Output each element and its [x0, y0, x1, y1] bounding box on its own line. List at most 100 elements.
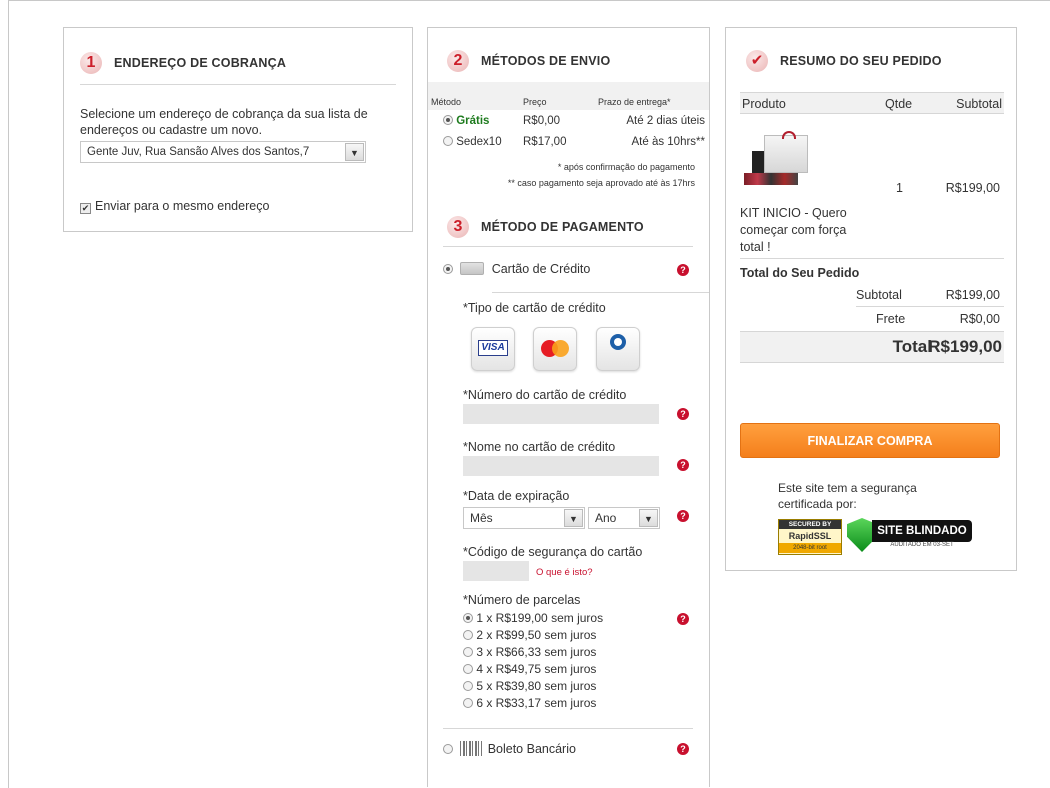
installment-radio[interactable] — [463, 613, 473, 623]
help-icon[interactable]: ? — [677, 408, 689, 420]
total-label: Total — [892, 337, 932, 356]
expiry-year-select[interactable]: Ano ▼ — [588, 507, 660, 529]
cvv-help-link[interactable]: O que é isto? — [536, 567, 593, 578]
finalize-purchase-button[interactable]: FINALIZAR COMPRA — [740, 423, 1000, 458]
installment-radio[interactable] — [463, 681, 473, 691]
rapidssl-badge[interactable]: SECURED BY RapidSSL 2048-bit root — [778, 519, 842, 555]
installment-label: 3 x R$66,33 sem juros — [476, 645, 597, 659]
col-subtotal: Subtotal — [956, 97, 1002, 111]
total-heading: Total do Seu Pedido — [740, 266, 860, 280]
same-address-label: Enviar para o mesmo endereço — [95, 199, 270, 213]
step-number-badge: 3 — [447, 216, 469, 238]
total-value: R$199,00 — [928, 337, 1002, 356]
security-text: Este site tem a segurança certificada po… — [778, 481, 917, 511]
item-name[interactable]: KIT INICIO - Quero começar com força tot… — [740, 205, 870, 256]
divider — [80, 84, 396, 85]
help-icon[interactable]: ? — [677, 743, 689, 755]
summary-title: RESUMO DO SEU PEDIDO — [780, 54, 942, 68]
credit-card-icon — [460, 262, 485, 275]
installment-label: 5 x R$39,80 sem juros — [476, 679, 597, 693]
year-value: Ano — [595, 511, 617, 525]
mastercard-logo-circle — [552, 340, 569, 357]
mastercard-option[interactable] — [533, 327, 577, 371]
help-icon[interactable]: ? — [677, 264, 689, 276]
boleto-label: Boleto Bancário — [487, 742, 576, 756]
card-number-input[interactable] — [463, 404, 659, 424]
divider — [443, 728, 693, 729]
divider — [740, 258, 1004, 259]
installment-radio[interactable] — [463, 630, 473, 640]
product-items-shape — [744, 173, 798, 185]
help-icon[interactable]: ? — [677, 613, 689, 625]
boleto-radio[interactable] — [443, 744, 453, 754]
billing-title: ENDEREÇO DE COBRANÇA — [114, 56, 287, 70]
summary-table-header: Produto Qtde Subtotal — [740, 92, 1004, 114]
shipping-option-sedex10[interactable]: Sedex10 R$17,00 Até às 10hrs** — [443, 136, 705, 148]
visa-card-option[interactable]: VISA — [471, 327, 515, 371]
card-name-label: *Nome no cartão de crédito — [463, 440, 616, 454]
divider — [492, 292, 709, 293]
subtotal-label: Subtotal — [856, 288, 902, 302]
expiry-month-select[interactable]: Mês ▼ — [463, 507, 585, 529]
card-name-input[interactable] — [463, 456, 659, 476]
col-method: Método — [431, 97, 462, 107]
shipping-radio[interactable] — [443, 115, 453, 125]
shipping-radio[interactable] — [443, 136, 453, 146]
shipping-option-name: Grátis — [456, 115, 490, 127]
product-bag-handle — [782, 131, 796, 139]
cvv-input[interactable] — [463, 561, 529, 581]
rapidssl-line2: RapidSSL — [788, 531, 832, 541]
step-number-badge: 2 — [447, 50, 469, 72]
installment-option[interactable]: 5 x R$39,80 sem juros — [463, 679, 596, 693]
freight-value: R$0,00 — [959, 312, 1000, 326]
item-subtotal: R$199,00 — [945, 181, 1000, 195]
chevron-down-icon[interactable]: ▼ — [564, 509, 583, 527]
credit-card-label: Cartão de Crédito — [491, 262, 591, 276]
payment-header: 3 MÉTODO DE PAGAMENTO — [447, 216, 644, 238]
cvv-label: *Código de segurança do cartão — [463, 545, 643, 559]
shipping-option-deadline: Até às 10hrs** — [631, 136, 705, 148]
installment-label: 2 x R$99,50 sem juros — [476, 628, 597, 642]
same-address-checkbox[interactable]: ✔ — [80, 203, 91, 214]
installment-option[interactable]: 2 x R$99,50 sem juros — [463, 628, 596, 642]
site-blindado-subtext: AUDITADO EM 03-SET — [890, 542, 954, 548]
shipping-option-name: Sedex10 — [456, 136, 502, 148]
billing-address-select[interactable]: Gente Juv, Rua Sansão Alves dos Santos,7… — [80, 141, 366, 163]
installment-option[interactable]: 4 x R$49,75 sem juros — [463, 662, 596, 676]
divider — [856, 306, 1004, 307]
frame-left-border — [8, 0, 9, 788]
shipping-payment-panel: 2 MÉTODOS DE ENVIO Método Preço Prazo de … — [427, 27, 710, 787]
installment-radio[interactable] — [463, 698, 473, 708]
diners-card-option[interactable] — [596, 327, 640, 371]
billing-description: Selecione um endereço de cobrança da sua… — [80, 107, 368, 137]
chevron-down-icon[interactable]: ▼ — [345, 143, 364, 161]
help-icon[interactable]: ? — [677, 459, 689, 471]
billing-address-value: Gente Juv, Rua Sansão Alves dos Santos,7 — [87, 146, 310, 158]
installment-label: 6 x R$33,17 sem juros — [476, 696, 597, 710]
shipping-option-price: R$17,00 — [523, 136, 567, 148]
card-number-label: *Número do cartão de crédito — [463, 388, 627, 402]
shipping-option-gratis[interactable]: Grátis R$0,00 Até 2 dias úteis — [443, 115, 705, 127]
same-address-option[interactable]: ✔ Enviar para o mesmo endereço — [80, 199, 269, 214]
shipping-option-price: R$0,00 — [523, 115, 561, 127]
product-image[interactable] — [742, 131, 812, 193]
installment-option[interactable]: 1 x R$199,00 sem juros — [463, 611, 603, 625]
installment-option[interactable]: 6 x R$33,17 sem juros — [463, 696, 596, 710]
installment-radio[interactable] — [463, 664, 473, 674]
credit-card-radio[interactable] — [443, 264, 453, 274]
col-deadline: Prazo de entrega* — [598, 97, 671, 107]
col-price: Preço — [523, 97, 547, 107]
summary-header: ✔ RESUMO DO SEU PEDIDO — [746, 50, 942, 72]
payment-option-boleto[interactable]: Boleto Bancário — [443, 741, 576, 756]
billing-address-panel: 1 ENDEREÇO DE COBRANÇA Selecione um ender… — [63, 27, 413, 232]
installment-radio[interactable] — [463, 647, 473, 657]
frame-top-border — [8, 0, 1050, 1]
shipping-header: 2 MÉTODOS DE ENVIO — [447, 50, 610, 72]
item-qty: 1 — [896, 181, 903, 195]
payment-option-credit-card[interactable]: Cartão de Crédito — [443, 262, 590, 276]
site-blindado-badge[interactable]: SITE BLINDADO — [872, 520, 972, 542]
installment-option[interactable]: 3 x R$66,33 sem juros — [463, 645, 596, 659]
total-row: Total R$199,00 — [740, 331, 1004, 363]
help-icon[interactable]: ? — [677, 510, 689, 522]
chevron-down-icon[interactable]: ▼ — [639, 509, 658, 527]
